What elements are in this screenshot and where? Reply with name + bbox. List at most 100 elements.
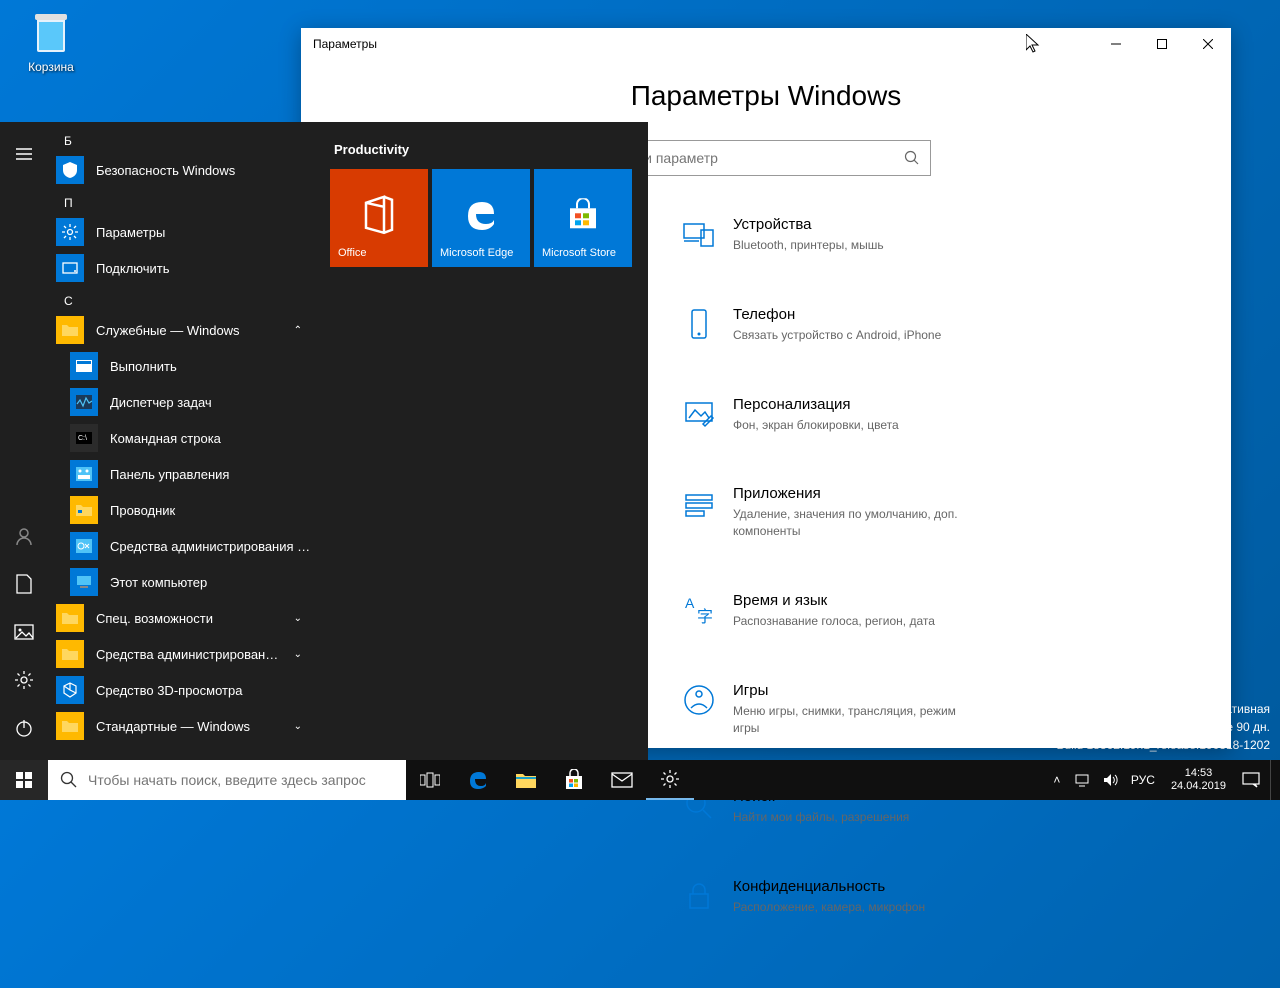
connect-icon bbox=[56, 254, 84, 282]
taskbar-settings[interactable] bbox=[646, 760, 694, 800]
taskbar-explorer[interactable] bbox=[502, 760, 550, 800]
app-explorer[interactable]: Проводник bbox=[48, 492, 314, 528]
search-icon bbox=[60, 771, 78, 789]
app-accessibility[interactable]: Спец. возможности⌄ bbox=[48, 600, 314, 636]
start-menu: Б Безопасность Windows П Параметры Подкл… bbox=[0, 122, 648, 760]
taskbar-edge[interactable] bbox=[454, 760, 502, 800]
settings-item-devices[interactable]: УстройстваBluetooth, принтеры, мышь bbox=[681, 216, 961, 254]
search-icon bbox=[904, 150, 920, 166]
settings-search[interactable] bbox=[601, 140, 931, 176]
start-apps-list[interactable]: Б Безопасность Windows П Параметры Подкл… bbox=[48, 122, 314, 760]
shield-icon bbox=[56, 156, 84, 184]
settings-item-gaming[interactable]: ИгрыМеню игры, снимки, трансляция, режим… bbox=[681, 682, 961, 737]
pictures-button[interactable] bbox=[0, 608, 48, 656]
settings-item-phone[interactable]: ТелефонСвязать устройство с Android, iPh… bbox=[681, 306, 961, 344]
cmd-icon: C:\ bbox=[70, 424, 98, 452]
power-button[interactable] bbox=[0, 704, 48, 752]
maximize-button[interactable] bbox=[1139, 28, 1185, 60]
app-run[interactable]: Выполнить bbox=[48, 348, 314, 384]
explorer-icon bbox=[70, 496, 98, 524]
tray-network-icon[interactable] bbox=[1075, 773, 1095, 787]
taskbar-store[interactable] bbox=[550, 760, 598, 800]
tray-lang[interactable]: РУС bbox=[1131, 773, 1155, 787]
app-connect[interactable]: Подключить bbox=[48, 250, 314, 286]
app-3d-viewer[interactable]: Средство 3D-просмотра bbox=[48, 672, 314, 708]
letter-header-s[interactable]: С bbox=[48, 286, 314, 312]
cube-icon bbox=[56, 676, 84, 704]
window-titlebar[interactable]: Параметры bbox=[301, 28, 1231, 60]
app-admin-tools-2[interactable]: Средства администрирования...⌄ bbox=[48, 636, 314, 672]
tray-volume-icon[interactable] bbox=[1103, 773, 1123, 787]
tray-notifications-icon[interactable] bbox=[1242, 772, 1262, 788]
app-settings[interactable]: Параметры bbox=[48, 214, 314, 250]
store-icon bbox=[566, 198, 600, 232]
personalize-icon bbox=[681, 396, 717, 432]
app-windows-security[interactable]: Безопасность Windows bbox=[48, 152, 314, 188]
app-standard[interactable]: Стандартные — Windows⌄ bbox=[48, 708, 314, 744]
taskbar-search-input[interactable] bbox=[88, 772, 394, 788]
start-button[interactable] bbox=[0, 760, 48, 800]
recycle-bin-label: Корзина bbox=[16, 60, 86, 74]
svg-text:A: A bbox=[685, 595, 695, 611]
app-system-tools[interactable]: Служебные — Windows⌃ bbox=[48, 312, 314, 348]
settings-heading: Параметры Windows bbox=[341, 80, 1191, 112]
chevron-down-icon: ⌄ bbox=[294, 721, 302, 732]
documents-button[interactable] bbox=[0, 560, 48, 608]
minimize-button[interactable] bbox=[1093, 28, 1139, 60]
run-icon bbox=[70, 352, 98, 380]
task-view-button[interactable] bbox=[406, 760, 454, 800]
settings-item-apps[interactable]: ПриложенияУдаление, значения по умолчани… bbox=[681, 485, 961, 540]
letter-header-b[interactable]: Б bbox=[48, 126, 314, 152]
folder-icon bbox=[56, 712, 84, 740]
folder-icon bbox=[56, 640, 84, 668]
letter-header-p[interactable]: П bbox=[48, 188, 314, 214]
taskbar-search[interactable] bbox=[48, 760, 406, 800]
devices-icon bbox=[681, 216, 717, 252]
start-tiles: Productivity Office Microsoft Edge Micro… bbox=[314, 122, 648, 760]
settings-item-personalization[interactable]: ПерсонализацияФон, экран блокировки, цве… bbox=[681, 396, 961, 434]
recycle-bin-icon bbox=[27, 8, 75, 56]
taskmgr-icon bbox=[70, 388, 98, 416]
phone-icon bbox=[681, 306, 717, 342]
privacy-icon bbox=[681, 878, 717, 914]
office-icon bbox=[362, 195, 396, 235]
app-task-manager[interactable]: Диспетчер задач bbox=[48, 384, 314, 420]
svg-text:字: 字 bbox=[697, 608, 713, 626]
settings-search-input[interactable] bbox=[612, 150, 904, 166]
taskbar: ˄ РУС 14:5324.04.2019 bbox=[0, 760, 1280, 800]
taskbar-mail[interactable] bbox=[598, 760, 646, 800]
tile-store[interactable]: Microsoft Store bbox=[534, 169, 632, 267]
tray-chevron-icon[interactable]: ˄ bbox=[1047, 773, 1067, 787]
folder-icon bbox=[56, 316, 84, 344]
admin-tools-icon bbox=[70, 532, 98, 560]
app-cmd[interactable]: C:\Командная строка bbox=[48, 420, 314, 456]
control-panel-icon bbox=[70, 460, 98, 488]
user-button[interactable] bbox=[0, 512, 48, 560]
gaming-icon bbox=[681, 682, 717, 718]
pc-icon bbox=[70, 568, 98, 596]
app-control-panel[interactable]: Панель управления bbox=[48, 456, 314, 492]
system-tray: ˄ РУС 14:5324.04.2019 bbox=[1047, 760, 1280, 800]
recycle-bin[interactable]: Корзина bbox=[16, 8, 86, 74]
settings-button[interactable] bbox=[0, 656, 48, 704]
window-title: Параметры bbox=[313, 37, 377, 51]
app-this-pc[interactable]: Этот компьютер bbox=[48, 564, 314, 600]
chevron-down-icon: ⌄ bbox=[294, 613, 302, 624]
settings-item-privacy[interactable]: КонфиденциальностьРасположение, камера, … bbox=[681, 878, 961, 916]
tile-group-label[interactable]: Productivity bbox=[330, 142, 632, 157]
time-lang-icon: A字 bbox=[681, 592, 717, 628]
apps-icon bbox=[681, 485, 717, 521]
cursor-icon bbox=[1026, 34, 1042, 54]
close-button[interactable] bbox=[1185, 28, 1231, 60]
svg-text:C:\: C:\ bbox=[78, 435, 87, 442]
start-rail bbox=[0, 122, 48, 760]
show-desktop-button[interactable] bbox=[1270, 760, 1276, 800]
app-admin-tools[interactable]: Средства администрирования Wi... bbox=[48, 528, 314, 564]
tray-clock[interactable]: 14:5324.04.2019 bbox=[1163, 767, 1234, 793]
tile-edge[interactable]: Microsoft Edge bbox=[432, 169, 530, 267]
settings-item-time[interactable]: A字 Время и языкРаспознавание голоса, рег… bbox=[681, 592, 961, 630]
chevron-up-icon: ⌃ bbox=[294, 325, 302, 336]
tile-office[interactable]: Office bbox=[330, 169, 428, 267]
hamburger-button[interactable] bbox=[0, 130, 48, 178]
edge-icon bbox=[462, 196, 500, 234]
